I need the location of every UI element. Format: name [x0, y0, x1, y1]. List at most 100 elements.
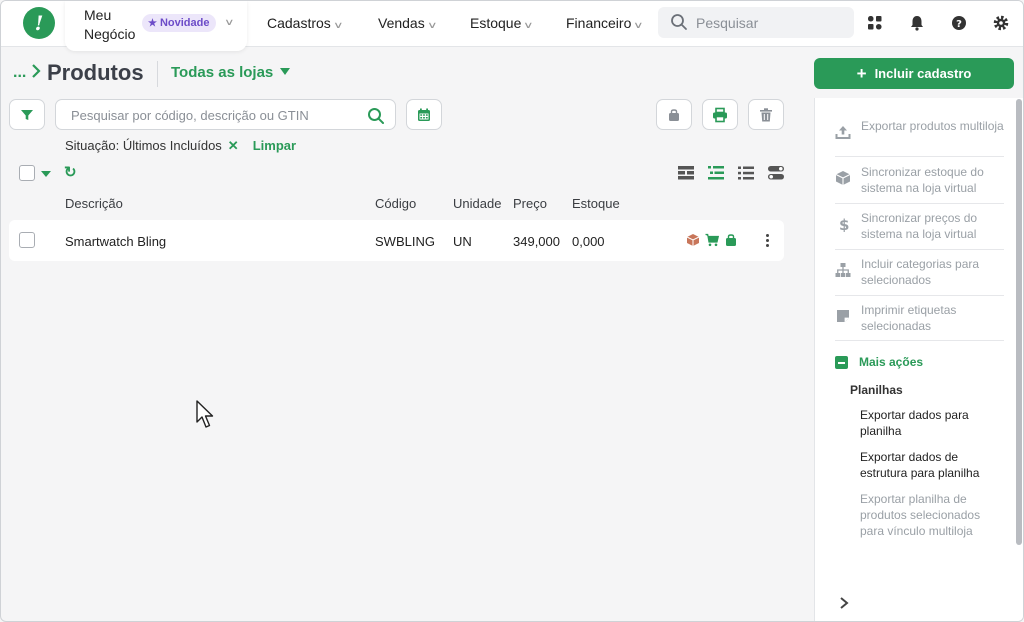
svg-text:$: $: [839, 216, 849, 232]
grid-view-icon[interactable]: [677, 165, 695, 181]
printer-icon: [713, 107, 727, 122]
remove-filter-icon[interactable]: ✕: [228, 138, 239, 153]
box-icon: [835, 171, 851, 185]
select-all-checkbox[interactable]: [19, 165, 35, 181]
cell-unidade: UN: [453, 234, 472, 249]
store-selector[interactable]: Todas as lojas: [171, 64, 291, 81]
column-header-codigo[interactable]: Código: [375, 196, 416, 211]
clear-filters-link[interactable]: Limpar: [253, 138, 296, 153]
nav-vendas[interactable]: Vendas ∨: [378, 15, 438, 31]
chevron-down-icon: ∨: [426, 20, 438, 30]
cell-codigo: SWBLING: [375, 234, 435, 249]
global-search-input[interactable]: [696, 13, 846, 32]
divider: [157, 61, 158, 87]
breadcrumb-ellipsis: ...: [13, 64, 27, 81]
star-icon: ★: [148, 18, 157, 29]
date-filter-button[interactable]: [406, 99, 442, 130]
detailed-list-view-icon[interactable]: [707, 165, 725, 181]
chevron-down-icon: ∨: [332, 20, 344, 30]
search-icon[interactable]: [367, 107, 385, 125]
nav-cadastros[interactable]: Cadastros ∨: [267, 15, 344, 31]
action-export-multiloja[interactable]: Exportar produtos multiloja: [835, 118, 1004, 157]
top-navbar: ! Meu Negócio ★ Novidade ∨ Cadastros ∨ Ven…: [1, 1, 1023, 51]
chevron-down-icon: ∨: [523, 20, 534, 30]
filter-button[interactable]: [9, 99, 45, 130]
action-sync-stock[interactable]: Sincronizar estoque do sistema na loja v…: [835, 164, 1004, 204]
nav-label: Estoque: [470, 15, 522, 31]
chevron-down-icon: ∨: [633, 20, 644, 30]
sheet-export-multiloja-link: Exportar planilha de produtos selecionad…: [860, 492, 981, 538]
column-header-preco[interactable]: Preço: [513, 196, 547, 211]
cart-icon: [705, 233, 719, 247]
hierarchy-icon: [835, 263, 851, 277]
mouse-cursor-icon: [196, 400, 214, 428]
help-icon[interactable]: ?: [949, 13, 969, 33]
chevron-right-icon: [32, 64, 41, 78]
panel-scrollbar[interactable]: [1016, 99, 1022, 545]
column-header-descricao[interactable]: Descrição: [65, 196, 123, 211]
upload-icon: [835, 126, 851, 139]
breadcrumb[interactable]: ...: [13, 63, 42, 82]
gear-icon[interactable]: [991, 13, 1011, 33]
nav-financeiro[interactable]: Financeiro ∨: [566, 15, 644, 31]
print-button[interactable]: [702, 99, 738, 130]
shopping-bag-icon: [669, 108, 679, 121]
action-label: Sincronizar estoque do sistema na loja v…: [861, 165, 984, 195]
dollar-icon: $: [839, 216, 849, 232]
action-label: Sincronizar preços do sistema na loja vi…: [861, 211, 978, 241]
company-name-line1: Meu: [84, 7, 112, 23]
company-selector[interactable]: Meu Negócio ★ Novidade ∨: [65, 1, 247, 51]
plus-icon: +: [856, 64, 867, 83]
company-name: Meu Negócio: [84, 6, 144, 44]
calendar-icon: [418, 108, 430, 121]
action-sync-prices[interactable]: $ Sincronizar preços do sistema na loja …: [835, 210, 1004, 250]
filter-label: Situação: Últimos Incluídos: [65, 138, 222, 153]
apps-icon[interactable]: [865, 13, 885, 33]
search-icon: [671, 14, 687, 30]
svg-text:?: ?: [956, 19, 962, 30]
box-icon: [686, 234, 700, 246]
cell-estoque: 0,000: [572, 234, 605, 249]
column-header-unidade[interactable]: Unidade: [453, 196, 501, 211]
collapse-icon: [835, 356, 848, 369]
refresh-icon[interactable]: ↻: [64, 163, 77, 181]
store-selector-label: Todas as lojas: [171, 64, 274, 81]
page-title: Produtos: [47, 60, 144, 85]
novidade-badge[interactable]: ★ Novidade: [142, 14, 217, 32]
select-menu-caret-icon[interactable]: [41, 171, 51, 177]
sheet-export-data[interactable]: Exportar dados para planilha: [860, 407, 1005, 439]
action-include-categories[interactable]: Incluir categorias para selecionados: [835, 256, 1004, 296]
sheet-export-structure[interactable]: Exportar dados de estrutura para planilh…: [860, 449, 1005, 481]
nav-label: Vendas: [378, 15, 425, 31]
action-label: Incluir categorias para selecionados: [861, 257, 980, 287]
more-actions-label: Mais ações: [859, 355, 924, 369]
row-actions-kebab-icon[interactable]: [766, 234, 770, 248]
nav-estoque[interactable]: Estoque ∨: [470, 15, 534, 31]
action-label: Imprimir etiquetas selecionadas: [861, 303, 957, 333]
action-label: Exportar produtos multiloja: [861, 119, 1004, 133]
nav-label: Financeiro: [566, 15, 632, 31]
app-window: ! Meu Negócio ★ Novidade ∨ Cadastros ∨ Ven…: [0, 0, 1024, 622]
funnel-icon: [21, 109, 33, 120]
cell-descricao[interactable]: Smartwatch Bling: [65, 234, 166, 249]
global-search[interactable]: [658, 7, 854, 38]
caret-down-icon: [280, 68, 291, 75]
add-product-button[interactable]: + Incluir cadastro: [814, 58, 1014, 89]
tag-icon: [837, 310, 849, 322]
toggle-columns-icon[interactable]: [767, 165, 785, 181]
chevron-right-icon[interactable]: [839, 596, 849, 610]
nav-label: Cadastros: [267, 15, 331, 31]
app-logo-icon[interactable]: !: [23, 7, 55, 39]
product-search-input[interactable]: [71, 107, 361, 124]
product-search[interactable]: [55, 99, 396, 130]
company-name-line2: Negócio: [84, 26, 136, 42]
column-header-estoque[interactable]: Estoque: [572, 196, 620, 211]
row-checkbox[interactable]: [19, 232, 35, 248]
action-print-labels[interactable]: Imprimir etiquetas selecionadas: [835, 302, 1004, 341]
sheets-section-title: Planilhas: [850, 383, 903, 397]
list-view-icon[interactable]: [737, 165, 755, 181]
bell-icon[interactable]: [907, 13, 927, 33]
delete-button[interactable]: [748, 99, 784, 130]
trash-icon: [760, 107, 772, 121]
shopping-bag-button[interactable]: [656, 99, 692, 130]
